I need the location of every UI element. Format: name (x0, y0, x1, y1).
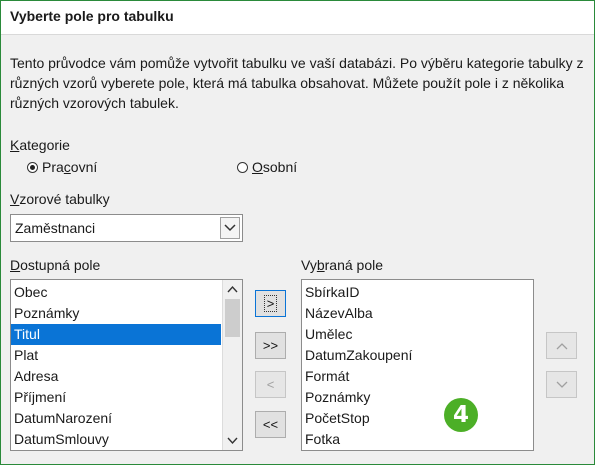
sample-tables-label: Vzorové tabulky (10, 191, 110, 207)
scroll-up-icon[interactable] (227, 285, 238, 293)
move-up-button[interactable] (546, 332, 577, 359)
sample-tables-dropdown[interactable]: Zaměstnanci (10, 214, 243, 242)
radio-personal[interactable]: Osobní (237, 159, 297, 175)
list-item[interactable]: Příjmení (11, 387, 221, 408)
description-text: Tento průvodce vám pomůže vytvořit tabul… (10, 55, 584, 111)
list-item[interactable]: SbírkaID (302, 282, 531, 303)
list-item[interactable]: Poznámky (302, 387, 531, 408)
page-title: Vyberte pole pro tabulku (10, 8, 174, 24)
remove-field-button[interactable]: < (255, 371, 286, 398)
radio-unselected-icon[interactable] (237, 161, 248, 173)
list-item[interactable]: Poznámky (11, 303, 221, 324)
chevron-down-icon (556, 381, 567, 388)
list-item[interactable]: DatumNarození (11, 408, 221, 429)
list-item[interactable]: Formát (302, 366, 531, 387)
available-fields-list[interactable]: Obec Poznámky Titul Plat Adresa Příjmení Datum… (10, 279, 243, 451)
scroll-down-icon[interactable] (227, 437, 238, 445)
chevron-down-icon[interactable] (220, 217, 240, 239)
remove-all-fields-button[interactable]: << (255, 411, 286, 438)
radio-personal-label: Osobní (252, 159, 298, 175)
available-fields-label: Dostupná pole (10, 257, 101, 273)
selected-fields-list[interactable]: SbírkaID NázevAlba Umělec DatumZakoupení For… (301, 279, 534, 451)
chevron-up-icon (556, 342, 567, 349)
list-item[interactable]: DatumZakoupení (302, 345, 531, 366)
radio-selected-icon[interactable] (27, 161, 38, 173)
list-item[interactable]: Umělec (302, 324, 531, 345)
list-item[interactable]: PočetStop (302, 408, 531, 429)
add-field-button[interactable]: > (255, 290, 286, 317)
add-all-fields-button[interactable]: >> (255, 332, 286, 359)
list-item[interactable]: Adresa (11, 366, 221, 387)
radio-business-label: Pracovní (42, 159, 98, 175)
sample-tables-value: Zaměstnanci (15, 220, 96, 236)
scrollbar-thumb[interactable] (225, 299, 240, 337)
list-item[interactable]: DatumSmlouvy (11, 429, 221, 450)
available-fields-scrollbar[interactable] (222, 280, 242, 450)
category-label: Kategorie (10, 137, 70, 153)
list-item[interactable]: NázevAlba (302, 303, 531, 324)
step-badge: 4 (444, 398, 478, 432)
selected-fields-label: Vybraná pole (301, 257, 384, 273)
list-item[interactable]: Plat (11, 345, 221, 366)
list-item[interactable]: Titul (11, 324, 221, 345)
move-down-button[interactable] (546, 371, 577, 398)
list-item[interactable]: Fotka (302, 429, 531, 450)
radio-business[interactable]: Pracovní (27, 159, 97, 175)
list-item[interactable]: Obec (11, 282, 221, 303)
